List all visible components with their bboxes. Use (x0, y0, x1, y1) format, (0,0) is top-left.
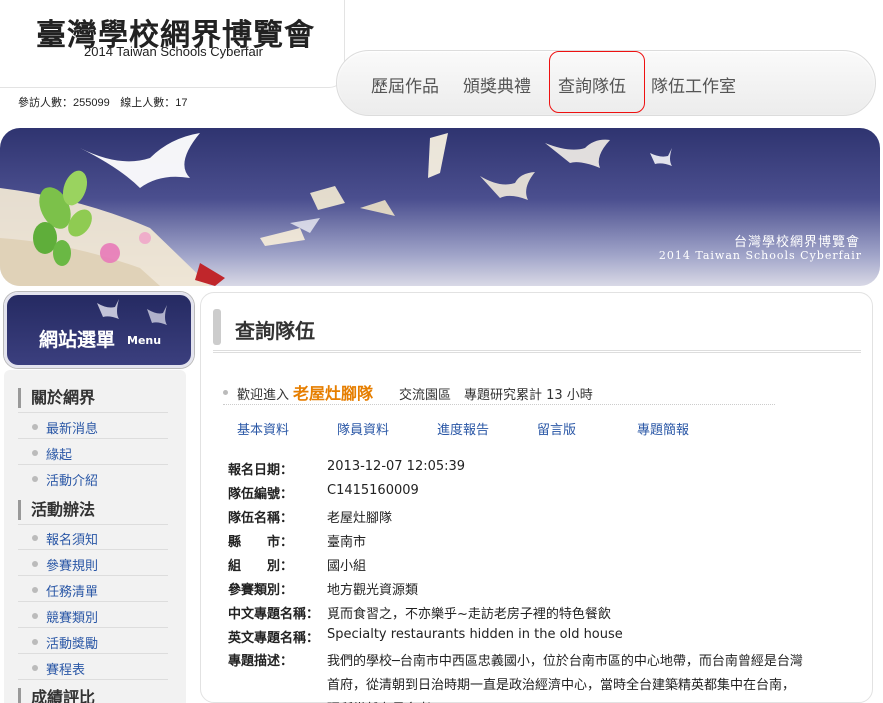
page-title: 查詢隊伍 (235, 319, 315, 343)
info-value: C1415160009 (327, 483, 419, 498)
banner-illustration (0, 133, 672, 286)
info-label: 英文專題名稱： (228, 631, 320, 646)
welcome-line: 歡迎進入 老屋灶腳隊 交流園區 專題研究累計 13 小時 (223, 381, 775, 405)
sidebar-item-task-list[interactable]: 任務清單 (32, 581, 98, 600)
sidebar-menu: 關於網界 最新消息 緣起 活動介紹 活動辦法 報名須知 參賽規則 任務清單 競賽… (4, 370, 186, 703)
sidebar: 網站選單 Menu 關於網界 最新消息 緣起 活動介紹 活動辦法 報名須知 參賽… (0, 290, 196, 703)
tab-guestbook[interactable]: 留言版 (537, 419, 576, 438)
divider (18, 627, 168, 628)
sidebar-item-schedule[interactable]: 賽程表 (32, 659, 85, 678)
info-value: Specialty restaurants hidden in the old … (327, 627, 623, 642)
visitors-count: 255099 (73, 97, 110, 109)
divider (18, 679, 168, 680)
divider (18, 549, 168, 550)
divider (18, 575, 168, 576)
menu-badge: 網站選單 Menu (4, 292, 194, 368)
sidebar-item-categories[interactable]: 競賽類別 (32, 607, 98, 626)
divider (18, 524, 168, 525)
sidebar-item-registration[interactable]: 報名須知 (32, 529, 98, 548)
visitors-label: 參訪人數： (18, 96, 73, 109)
info-value: 國小組 (327, 559, 367, 574)
divider (18, 653, 168, 654)
sidebar-section-scoring: 成績評比 (18, 688, 95, 703)
nav-past-works[interactable]: 歷屆作品 (371, 72, 439, 97)
divider (18, 601, 168, 602)
hero-banner: 台灣學校網界博覽會 2014 Taiwan Schools Cyberfair (0, 128, 880, 286)
visitor-counter: 參訪人數：255099 線上人數：17 (18, 94, 187, 110)
nav-team-studio[interactable]: 隊伍工作室 (651, 72, 736, 97)
tab-members[interactable]: 隊員資料 (337, 419, 389, 438)
sidebar-item-rewards[interactable]: 活動獎勵 (32, 633, 98, 652)
banner-subtitle: 2014 Taiwan Schools Cyberfair (658, 249, 862, 262)
sidebar-item-intro[interactable]: 活動介紹 (32, 470, 98, 489)
team-name-highlight: 老屋灶腳隊 (293, 384, 374, 403)
site-subtitle: 2014 Taiwan Schools Cyberfair (84, 44, 263, 59)
info-label: 縣 市： (228, 535, 294, 550)
menu-badge-subtitle: Menu (127, 334, 162, 347)
divider (18, 438, 168, 439)
menu-badge-title: 網站選單 (39, 329, 116, 351)
divider (18, 412, 168, 413)
info-label: 報名日期： (228, 463, 294, 478)
nav-award-ceremony[interactable]: 頒獎典禮 (463, 72, 531, 97)
online-label: 線上人數： (120, 96, 176, 109)
tab-progress[interactable]: 進度報告 (437, 419, 489, 438)
desc-label: 專題描述： (228, 654, 294, 669)
info-label: 中文專題名稱： (228, 607, 320, 622)
divider (18, 464, 168, 465)
sidebar-item-origin[interactable]: 緣起 (32, 444, 72, 463)
welcome-prefix: 歡迎進入 (237, 388, 290, 403)
desc-text: 我們的學校─台南市中西區忠義國小，位於台南市區的中心地帶，而台南曾經是台灣首府，… (327, 654, 803, 703)
info-value: 覓而食習之，不亦樂乎~走訪老房子裡的特色餐飲 (327, 607, 611, 622)
info-label: 隊伍編號： (228, 487, 294, 502)
welcome-suffix: 交流園區 專題研究累計 13 小時 (399, 388, 593, 403)
info-value: 地方觀光資源類 (327, 583, 419, 598)
main-nav: 歷屆作品 頒獎典禮 查詢隊伍 隊伍工作室 (336, 50, 876, 116)
nav-search-teams[interactable]: 查詢隊伍 (549, 51, 645, 113)
tab-presentation[interactable]: 專題簡報 (637, 419, 689, 438)
logo-panel[interactable]: 臺灣學校網界博覽會 2014 Taiwan Schools Cyberfair (0, 0, 345, 88)
main-content: 查詢隊伍 歡迎進入 老屋灶腳隊 交流園區 專題研究累計 13 小時 基本資料 隊… (200, 292, 873, 703)
title-accent (213, 309, 221, 345)
info-value: 臺南市 (327, 535, 367, 550)
info-value: 老屋灶腳隊 (327, 511, 393, 526)
site-header: 臺灣學校網界博覽會 2014 Taiwan Schools Cyberfair … (0, 0, 883, 128)
sidebar-item-contest-rules[interactable]: 參賽規則 (32, 555, 98, 574)
info-value: 2013-12-07 12:05:39 (327, 459, 466, 474)
info-label: 參賽類別： (228, 583, 294, 598)
tab-basic-info[interactable]: 基本資料 (237, 419, 289, 438)
sidebar-section-rules: 活動辦法 (18, 500, 95, 520)
info-label: 組 別： (228, 559, 294, 574)
sidebar-item-news[interactable]: 最新消息 (32, 418, 98, 437)
sidebar-section-about: 關於網界 (18, 388, 95, 408)
banner-title: 台灣學校網界博覽會 (733, 235, 860, 250)
page-title-bar: 查詢隊伍 (213, 309, 861, 353)
info-label: 隊伍名稱： (228, 511, 294, 526)
online-count: 17 (175, 97, 188, 109)
